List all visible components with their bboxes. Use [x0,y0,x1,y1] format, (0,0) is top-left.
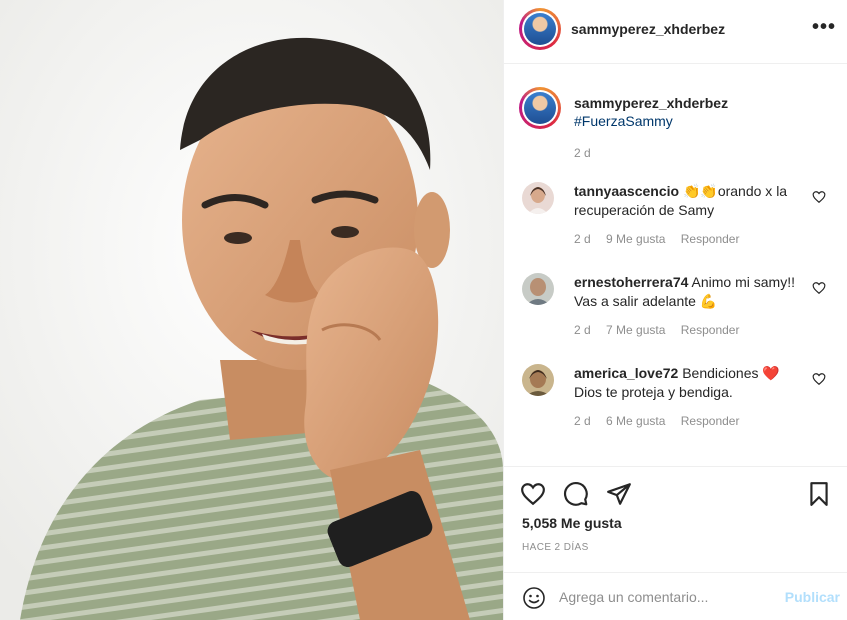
post-sidebar: sammyperez_xhderbez ••• sammyperez_xhder… [503,0,847,620]
emoji-smiley-icon[interactable] [522,586,546,610]
publish-button[interactable]: Publicar [785,589,840,605]
comment-time[interactable]: 2 d [574,232,591,246]
comment-time[interactable]: 2 d [574,414,591,428]
like-comment-heart-icon[interactable] [812,190,826,204]
like-comment-heart-icon[interactable] [812,281,826,295]
comment-username[interactable]: ernestoherrera74 [574,274,688,290]
avatar-image [522,273,554,305]
caption-username[interactable]: sammyperez_xhderbez [574,95,728,111]
comment-item: america_love72 Bendiciones ❤️ Dios te pr… [504,364,847,444]
comment-likes[interactable]: 7 Me gusta [606,323,665,337]
reply-button[interactable]: Responder [681,232,740,246]
header-username[interactable]: sammyperez_xhderbez [571,21,725,37]
comment-text: ernestoherrera74 Animo mi samy!! Vas a s… [574,273,799,311]
more-options-icon[interactable]: ••• [812,16,836,39]
reply-button[interactable]: Responder [681,414,740,428]
comment-bubble-icon[interactable] [563,481,589,507]
commenter-avatar[interactable] [522,182,554,214]
post-date[interactable]: HACE 2 DÍAS [522,542,589,553]
comment-meta: 2 d 7 Me gusta Responder [574,323,751,337]
comment-likes[interactable]: 6 Me gusta [606,414,665,428]
like-count[interactable]: 5,058 Me gusta [522,515,622,531]
avatar-image [524,92,556,124]
caption-hashtag[interactable]: #FuerzaSammy [574,113,673,129]
add-comment-bar: Publicar [504,572,847,620]
comment-likes[interactable]: 9 Me gusta [606,232,665,246]
comments-list[interactable]: sammyperez_xhderbez #FuerzaSammy 2 d tan… [504,65,847,465]
comment-meta: 2 d 9 Me gusta Responder [574,232,751,246]
like-heart-icon[interactable] [520,481,546,507]
post-photo[interactable] [0,0,503,620]
reply-button[interactable]: Responder [681,323,740,337]
commenter-avatar[interactable] [522,364,554,396]
post-header: sammyperez_xhderbez ••• [504,0,847,64]
caption-timestamp[interactable]: 2 d [574,146,591,160]
share-paper-plane-icon[interactable] [606,481,632,507]
comment-meta: 2 d 6 Me gusta Responder [574,414,751,428]
comment-text: tannyaascencio 👏👏orando x la recuperació… [574,182,799,220]
portrait-illustration [0,0,503,620]
profile-avatar[interactable] [519,8,561,50]
comment-item: tannyaascencio 👏👏orando x la recuperació… [504,182,847,262]
comment-username[interactable]: america_love72 [574,365,678,381]
comment-text: america_love72 Bendiciones ❤️ Dios te pr… [574,364,799,402]
avatar-image [524,13,556,45]
comment-time[interactable]: 2 d [574,323,591,337]
comment-username[interactable]: tannyaascencio [574,183,679,199]
avatar-image [522,364,554,396]
caption-avatar[interactable] [519,87,561,129]
like-comment-heart-icon[interactable] [812,372,826,386]
post-actions: 5,058 Me gusta HACE 2 DÍAS Publicar [504,466,847,620]
avatar-image [522,182,554,214]
comment-item: ernestoherrera74 Animo mi samy!! Vas a s… [504,273,847,353]
save-bookmark-icon[interactable] [806,481,832,507]
comment-input[interactable] [559,585,769,609]
commenter-avatar[interactable] [522,273,554,305]
